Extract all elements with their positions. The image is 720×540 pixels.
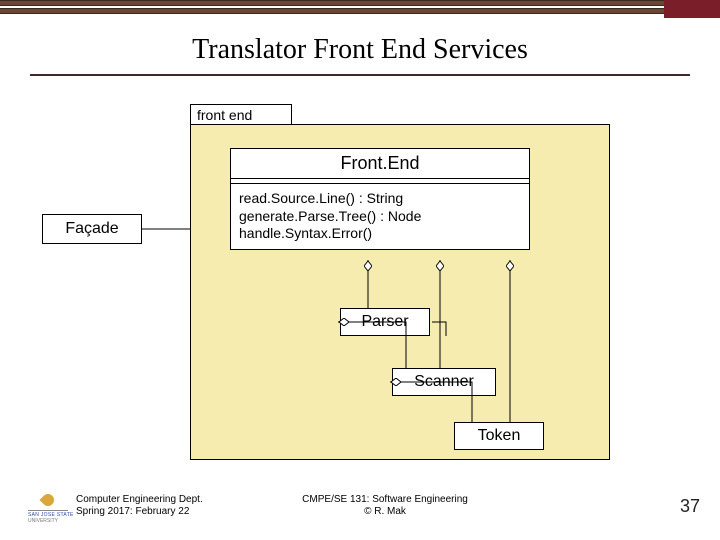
class-frontend-name: Front.End xyxy=(231,149,529,176)
method-read-source-line: read.Source.Line() : String xyxy=(239,190,521,208)
footer-left: Computer Engineering Dept. Spring 2017: … xyxy=(76,494,203,518)
package-tab: front end xyxy=(190,104,292,126)
title-underline xyxy=(30,74,690,76)
university-logo: SAN JOSE STATE UNIVERSITY xyxy=(28,494,68,524)
footer-center: CMPE/SE 131: Software Engineering © R. M… xyxy=(270,494,500,518)
slide-title: Translator Front End Services xyxy=(0,34,720,66)
footer-course: CMPE/SE 131: Software Engineering xyxy=(270,494,500,506)
slide-number: 37 xyxy=(680,496,700,517)
footer-copyright: © R. Mak xyxy=(270,506,500,518)
class-frontend: Front.End read.Source.Line() : String ge… xyxy=(230,148,530,250)
class-scanner: Scanner xyxy=(392,368,496,396)
logo-line2: UNIVERSITY xyxy=(28,518,58,524)
facade-label-box: Façade xyxy=(42,214,142,244)
flame-icon xyxy=(40,492,57,509)
footer-dept: Computer Engineering Dept. xyxy=(76,494,203,506)
decorative-top-bars xyxy=(0,0,720,14)
method-handle-syntax-error: handle.Syntax.Error() xyxy=(239,225,521,243)
footer-date: Spring 2017: February 22 xyxy=(76,506,203,518)
class-frontend-methods: read.Source.Line() : String generate.Par… xyxy=(231,184,529,249)
class-token: Token xyxy=(454,422,544,450)
class-parser: Parser xyxy=(340,308,430,336)
method-generate-parse-tree: generate.Parse.Tree() : Node xyxy=(239,208,521,226)
